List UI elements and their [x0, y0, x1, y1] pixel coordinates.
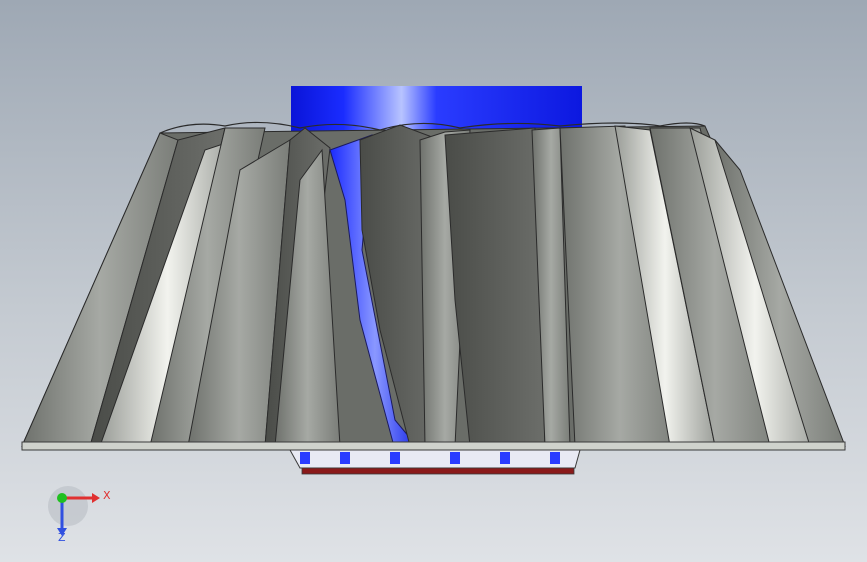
- x-axis-arrow: [92, 493, 100, 503]
- lower-hub: [289, 449, 581, 469]
- z-axis-label: Z: [58, 531, 66, 544]
- triad-shadow: [48, 486, 88, 526]
- lower-hub-face: [301, 467, 575, 475]
- orientation-triad: X Z: [40, 478, 120, 548]
- y-axis-dot: [57, 493, 67, 503]
- graphics-viewport[interactable]: X Z: [0, 0, 867, 562]
- x-axis-label: X: [103, 489, 111, 502]
- gear-bottom-rim: [21, 441, 846, 451]
- gear-model[interactable]: [0, 0, 867, 562]
